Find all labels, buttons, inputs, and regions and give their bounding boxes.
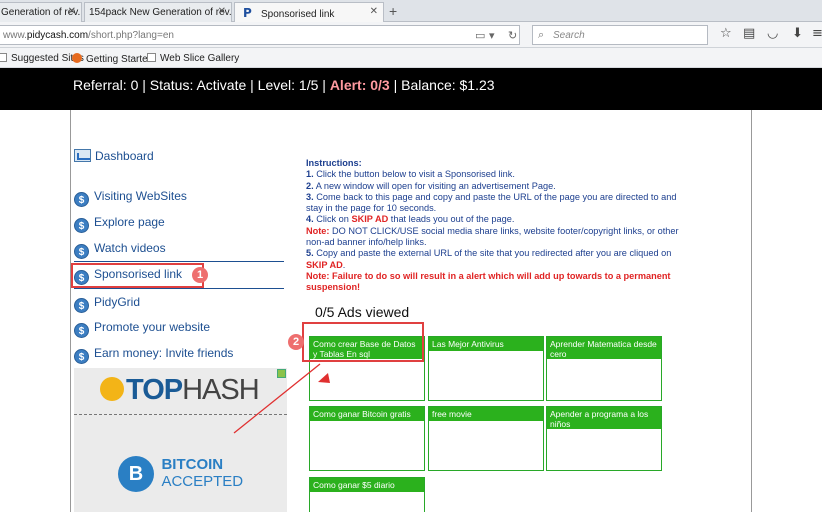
annotation-arrow (233, 363, 330, 434)
browser-window: { "browser": { "tabs": [ {"title": "Gene… (0, 0, 822, 512)
